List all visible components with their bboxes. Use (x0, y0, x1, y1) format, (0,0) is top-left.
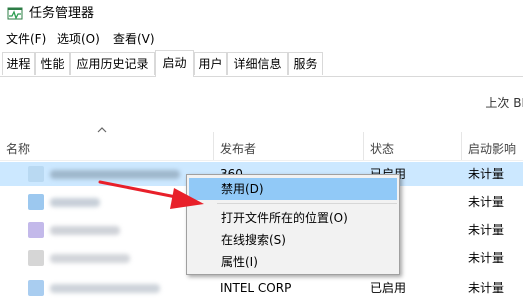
redacted-name (50, 170, 180, 179)
tab-services[interactable]: 服务 (288, 52, 323, 75)
menu-item-search-online[interactable]: 在线搜索(S) (189, 229, 397, 251)
tab-performance[interactable]: 性能 (35, 52, 70, 75)
column-header-impact[interactable]: 启动影响 (468, 141, 516, 157)
app-icon (28, 222, 44, 238)
redacted-name (50, 254, 130, 263)
app-icon (28, 280, 44, 296)
redacted-name (50, 226, 120, 235)
menu-options[interactable]: 选项(O) (57, 31, 100, 47)
tab-startup[interactable]: 启动 (155, 50, 194, 77)
row-impact: 未计量 (468, 195, 505, 209)
menu-separator (217, 203, 397, 204)
row-publisher: INTEL CORP (220, 281, 292, 295)
redacted-name (50, 198, 100, 207)
menu-item-disable[interactable]: 禁用(D) (189, 178, 397, 200)
row-impact: 未计量 (468, 223, 505, 237)
app-icon (28, 250, 44, 266)
row-impact: 未计量 (468, 281, 505, 295)
column-header-status[interactable]: 状态 (370, 141, 394, 157)
last-bios-time-label: 上次 BI (485, 96, 523, 110)
table-row[interactable]: INTEL CORP 已启用 未计量 (0, 276, 523, 300)
tab-processes[interactable]: 进程 (2, 52, 35, 75)
window-title: 任务管理器 (29, 6, 95, 21)
column-divider[interactable] (461, 132, 462, 160)
menu-item-properties[interactable]: 属性(I) (189, 251, 397, 273)
app-icon (28, 166, 44, 182)
tab-details[interactable]: 详细信息 (227, 52, 288, 75)
header-divider (0, 160, 523, 161)
tab-users[interactable]: 用户 (194, 52, 227, 75)
column-header-publisher[interactable]: 发布者 (220, 141, 256, 157)
column-header-name[interactable]: 名称 (6, 141, 30, 157)
context-menu: 禁用(D) 打开文件所在的位置(O) 在线搜索(S) 属性(I) (186, 174, 400, 275)
task-manager-icon (7, 7, 23, 20)
row-impact: 未计量 (468, 251, 505, 265)
menu-item-open-file-location[interactable]: 打开文件所在的位置(O) (189, 207, 397, 229)
column-divider[interactable] (213, 132, 214, 160)
row-status: 已启用 (370, 281, 407, 295)
title-bar: 任务管理器 (0, 0, 523, 28)
sort-ascending-icon (97, 127, 107, 133)
menu-view[interactable]: 查看(V) (113, 31, 155, 47)
tab-strip: 进程 性能 应用历史记录 启动 用户 详细信息 服务 (0, 50, 523, 77)
menu-file[interactable]: 文件(F) (6, 31, 46, 47)
app-icon (28, 194, 44, 210)
row-impact: 未计量 (468, 167, 505, 181)
column-divider[interactable] (363, 132, 364, 160)
redacted-name (50, 284, 160, 293)
menu-bar: 文件(F) 选项(O) 查看(V) (0, 28, 523, 50)
tab-app-history[interactable]: 应用历史记录 (70, 52, 155, 75)
